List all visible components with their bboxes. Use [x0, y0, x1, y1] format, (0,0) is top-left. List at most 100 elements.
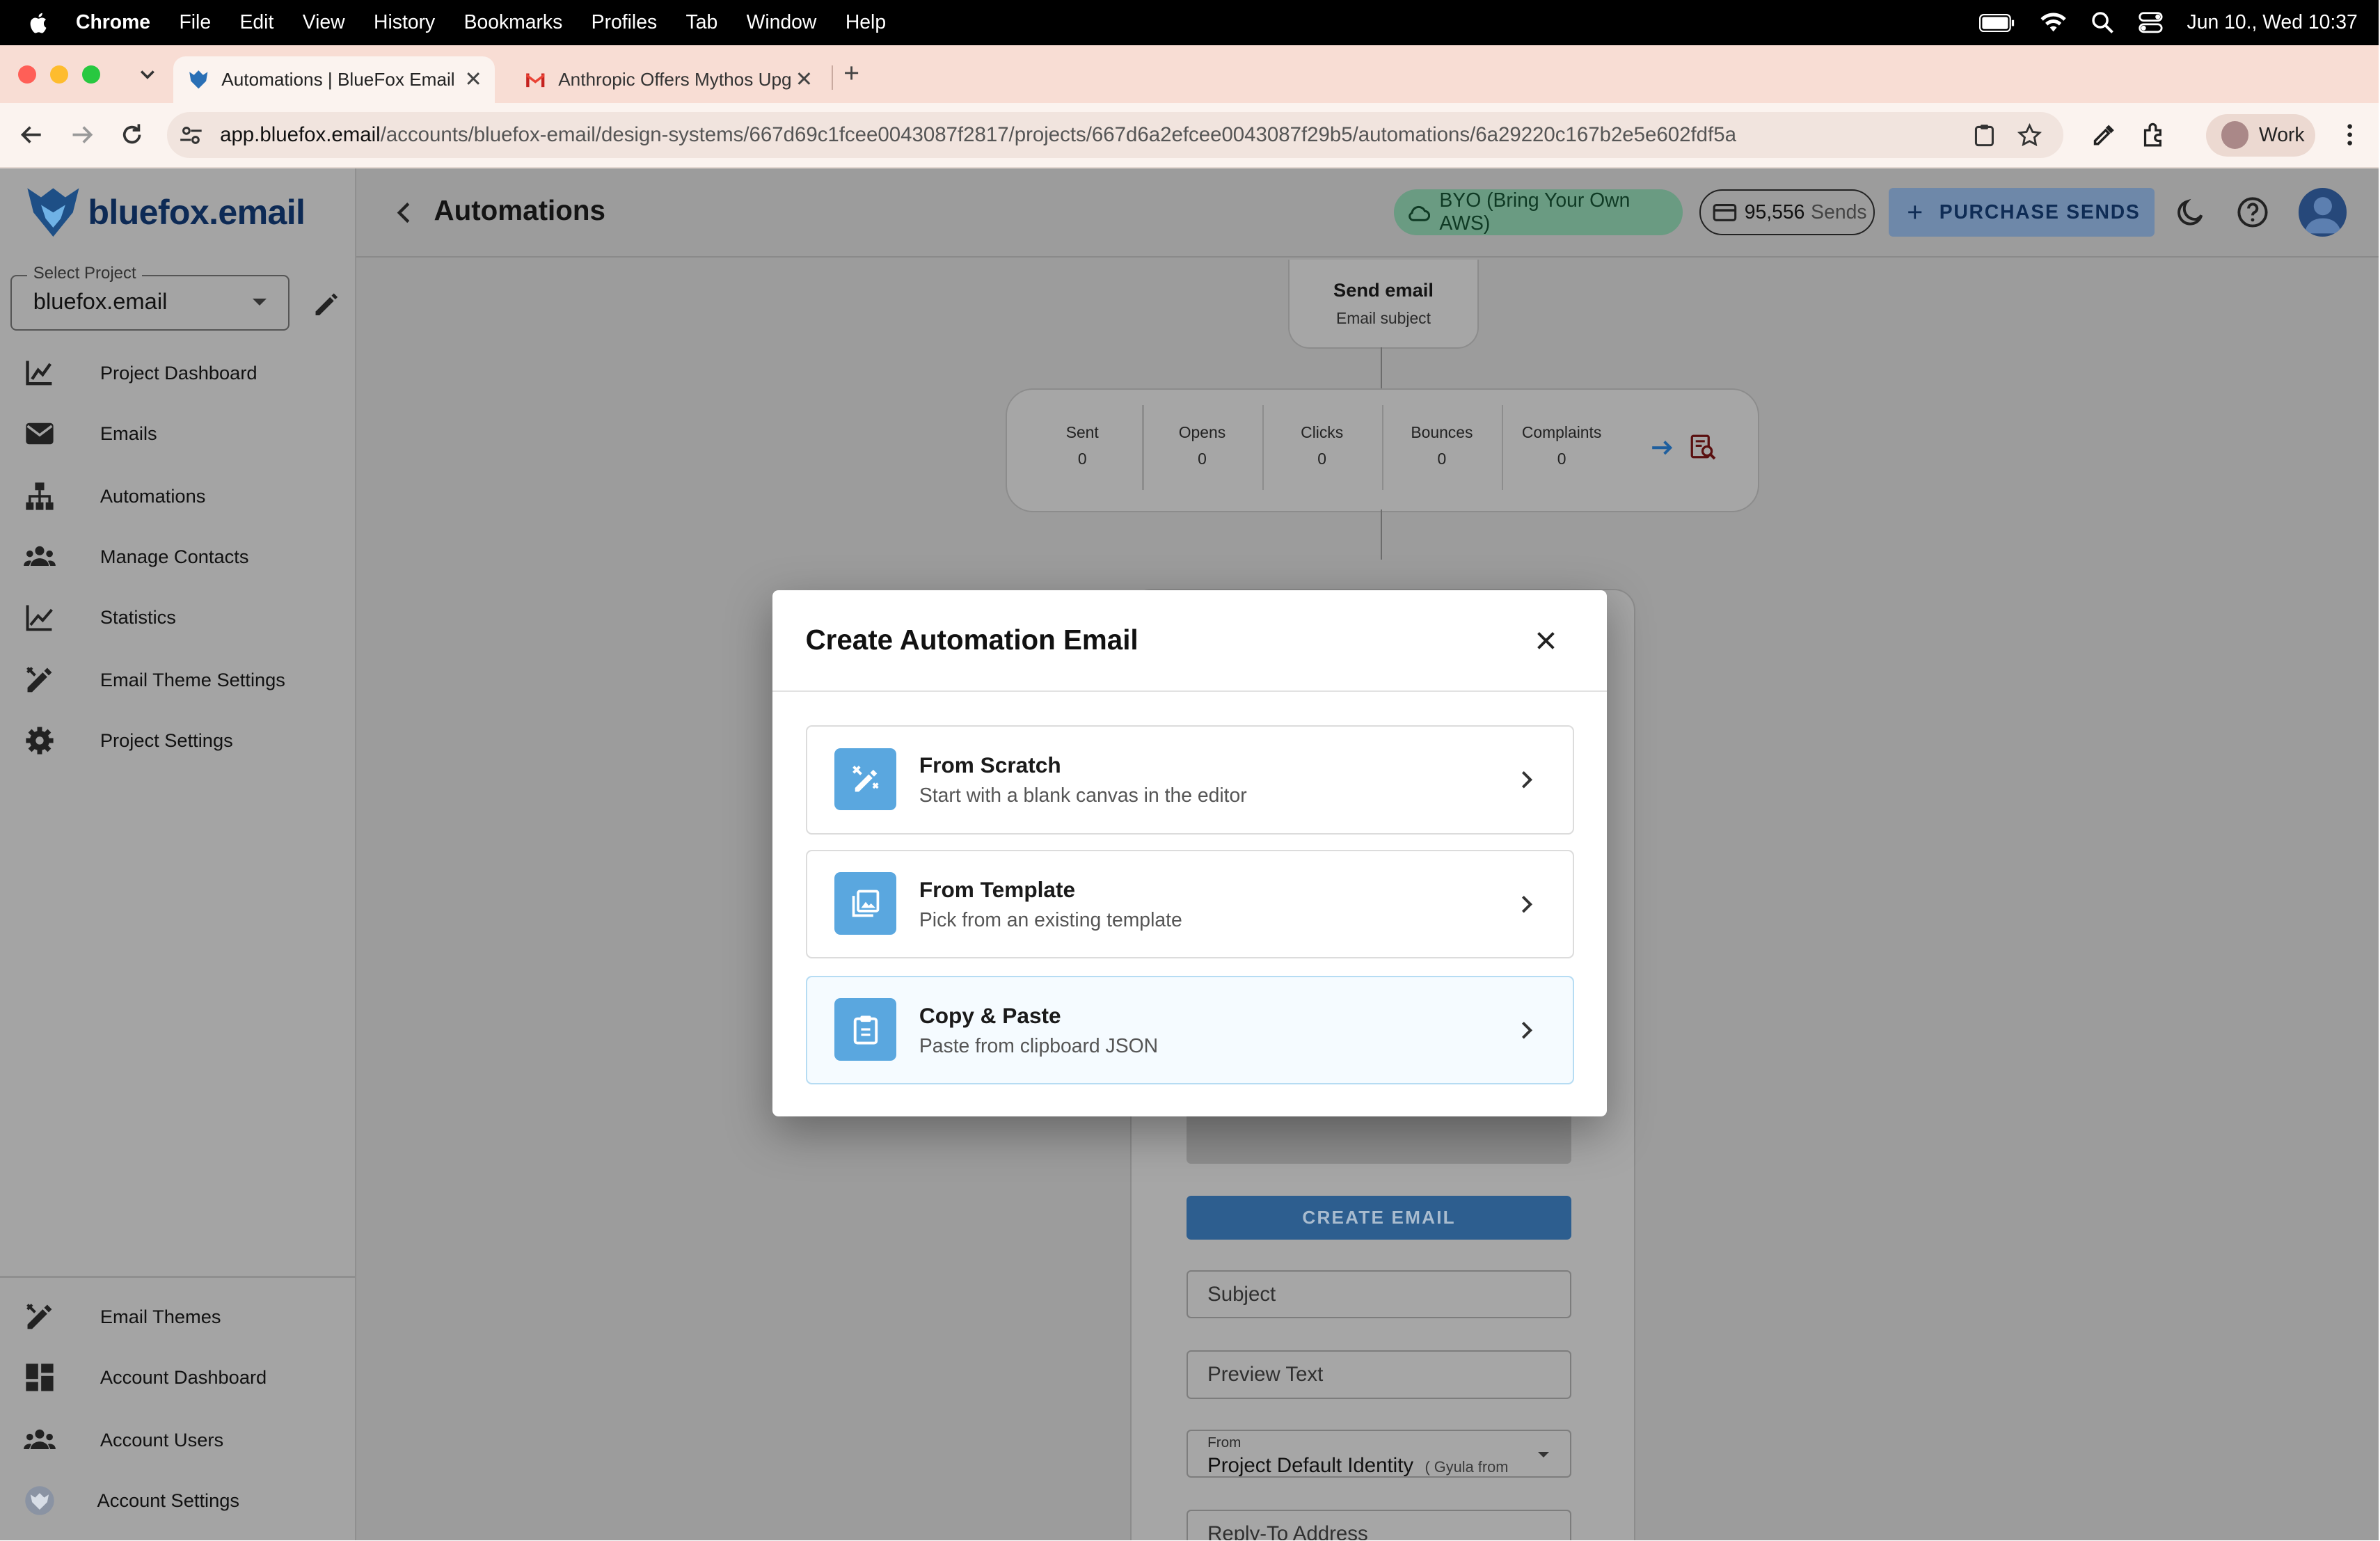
help-icon[interactable]	[2236, 196, 2269, 229]
account-logo-icon	[24, 1486, 54, 1515]
option-icon-tile	[834, 748, 897, 810]
design-icon	[852, 766, 879, 792]
spotlight-search-icon[interactable]	[2091, 11, 2114, 34]
subject-field[interactable]: Subject	[1186, 1270, 1572, 1319]
close-window-button[interactable]	[18, 65, 37, 84]
edit-project-pencil-icon[interactable]	[311, 290, 342, 320]
tab-gmail[interactable]: Anthropic Offers Mythos Upg ✕	[509, 56, 825, 104]
url-path: /accounts/bluefox-email/design-systems/6…	[380, 123, 1736, 146]
close-icon[interactable]	[1534, 629, 1558, 653]
menu-bookmarks[interactable]: Bookmarks	[464, 11, 563, 34]
option-icon-tile	[834, 872, 897, 935]
extensions-puzzle-icon[interactable]	[2141, 121, 2168, 148]
fox-logo-icon	[27, 188, 79, 237]
sidebar-item-statistics[interactable]: Statistics	[0, 587, 355, 648]
stat-opens: Opens 0	[1142, 423, 1262, 468]
sidebar-item-label: Email Themes	[100, 1306, 221, 1328]
menu-file[interactable]: File	[179, 11, 211, 34]
back-arrow-icon[interactable]	[18, 121, 45, 148]
url-text[interactable]: app.bluefox.email/accounts/bluefox-email…	[220, 123, 1972, 147]
from-select[interactable]: From Project Default Identity ( Gyula fr…	[1186, 1429, 1572, 1478]
menu-chrome[interactable]: Chrome	[76, 11, 150, 34]
dashboard-icon	[26, 1364, 54, 1392]
app-header: Automations BYO (Bring Your Own AWS) 95,…	[356, 168, 2379, 258]
eyedropper-extension-icon[interactable]	[2091, 121, 2118, 148]
sidebar-item-label: Statistics	[100, 606, 176, 629]
reload-icon[interactable]	[118, 121, 145, 148]
site-info-icon[interactable]	[179, 123, 203, 148]
sends-unit: Sends	[1811, 200, 1867, 223]
profile-button[interactable]: Work	[2205, 113, 2315, 157]
address-bar[interactable]: app.bluefox.email/accounts/bluefox-email…	[166, 112, 2063, 158]
email-stats-card: Sent 0 Opens 0 Clicks 0 Bounces 0 Compla…	[1006, 388, 1760, 513]
user-avatar[interactable]	[2298, 188, 2347, 237]
sidebar-item-project-dashboard[interactable]: Project Dashboard	[0, 343, 355, 404]
plus-icon: +	[1907, 196, 1924, 228]
sidebar-item-email-theme-settings[interactable]: Email Theme Settings	[0, 649, 355, 710]
arrow-right-icon[interactable]	[1651, 437, 1675, 459]
report-search-icon[interactable]	[1690, 434, 1717, 461]
menu-help[interactable]: Help	[846, 11, 886, 34]
sidebar-item-email-themes[interactable]: Email Themes	[0, 1287, 355, 1348]
close-tab-icon[interactable]: ✕	[792, 68, 816, 92]
menu-history[interactable]: History	[374, 11, 435, 34]
dialog-title: Create Automation Email	[805, 623, 1139, 656]
minimize-window-button[interactable]	[49, 65, 69, 84]
apple-icon[interactable]	[27, 10, 51, 35]
purchase-sends-button[interactable]: + PURCHASE SENDS	[1889, 188, 2155, 237]
menu-window[interactable]: Window	[747, 11, 817, 34]
sidebar-item-account-dashboard[interactable]: Account Dashboard	[0, 1348, 355, 1408]
new-tab-button[interactable]: +	[843, 58, 859, 89]
option-from-scratch[interactable]: From Scratch Start with a blank canvas i…	[805, 725, 1575, 835]
back-chevron-icon[interactable]	[393, 199, 415, 226]
gear-icon	[26, 727, 54, 754]
node-subtitle: Email subject	[1335, 308, 1431, 327]
clipboard-icon[interactable]	[1972, 123, 1997, 148]
sidebar-item-project-settings[interactable]: Project Settings	[0, 710, 355, 770]
people-icon	[23, 1429, 56, 1449]
forward-arrow-icon[interactable]	[68, 121, 95, 148]
wifi-icon[interactable]	[2040, 12, 2067, 33]
menu-tab[interactable]: Tab	[686, 11, 718, 34]
menu-view[interactable]: View	[303, 11, 345, 34]
menu-profiles[interactable]: Profiles	[592, 11, 657, 34]
zoom-window-button[interactable]	[81, 65, 100, 84]
kebab-menu-icon[interactable]	[2336, 121, 2363, 148]
project-select[interactable]: Select Project bluefox.email	[10, 264, 289, 331]
mail-icon	[26, 423, 54, 445]
cloud-icon	[1409, 205, 1430, 221]
dark-mode-moon-icon[interactable]	[2174, 196, 2207, 229]
tab-search-button[interactable]	[130, 58, 164, 91]
bookmark-star-icon[interactable]	[2017, 123, 2042, 148]
send-email-node[interactable]: Send email Email subject	[1287, 259, 1479, 349]
sidebar-item-account-users[interactable]: Account Users	[0, 1409, 355, 1470]
stat-value: 0	[1557, 449, 1566, 468]
sends-balance-badge[interactable]: 95,556 Sends	[1699, 189, 1875, 235]
url-host: app.bluefox.email	[220, 123, 381, 146]
sidebar-item-account-settings[interactable]: Account Settings	[0, 1470, 355, 1531]
sidebar-item-label: Project Settings	[100, 729, 233, 751]
menubar-clock[interactable]: Jun 10., Wed 10:37	[2187, 11, 2358, 34]
sidebar-item-automations[interactable]: Automations	[0, 466, 355, 526]
reply-to-field[interactable]: Reply-To Address	[1186, 1510, 1572, 1540]
sidebar-item-label: Automations	[100, 484, 206, 507]
option-subtitle: Pick from an existing template	[919, 908, 1182, 931]
preview-text-field[interactable]: Preview Text	[1186, 1350, 1572, 1399]
stat-value: 0	[1198, 449, 1207, 468]
control-center-icon[interactable]	[2139, 12, 2163, 33]
battery-icon[interactable]	[1978, 13, 2015, 32]
bluefox-logo[interactable]: bluefox.email	[24, 184, 312, 242]
option-title: Copy & Paste	[919, 1002, 1061, 1028]
option-from-template[interactable]: From Template Pick from an existing temp…	[805, 849, 1575, 959]
sidebar-item-label: Manage Contacts	[100, 546, 249, 568]
close-tab-icon[interactable]: ✕	[461, 68, 486, 92]
chevron-right-icon	[1522, 1021, 1533, 1039]
sidebar-item-emails[interactable]: Emails	[0, 404, 355, 464]
sends-count: 95,556	[1744, 200, 1805, 223]
tab-automations[interactable]: Automations | BlueFox Email ✕	[173, 56, 495, 104]
create-email-button[interactable]: CREATE EMAIL	[1186, 1195, 1572, 1240]
menu-edit[interactable]: Edit	[240, 11, 274, 34]
byo-aws-badge[interactable]: BYO (Bring Your Own AWS)	[1394, 189, 1683, 235]
sidebar-item-manage-contacts[interactable]: Manage Contacts	[0, 526, 355, 587]
option-copy-paste[interactable]: Copy & Paste Paste from clipboard JSON	[805, 975, 1575, 1085]
